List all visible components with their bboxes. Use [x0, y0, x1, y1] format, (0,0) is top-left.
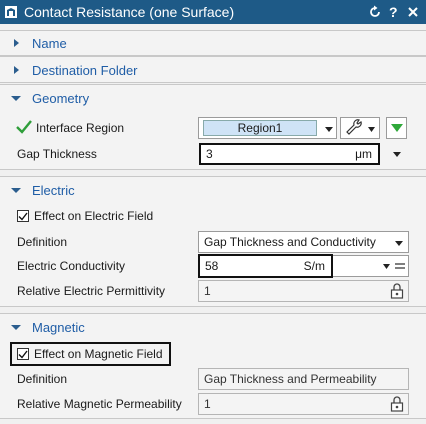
name-section-header[interactable]: Name — [0, 31, 426, 55]
magnetic-effect-checkbox[interactable] — [17, 348, 29, 360]
electric-definition-select[interactable]: Gap Thickness and Conductivity — [198, 231, 409, 253]
wrench-icon — [345, 118, 363, 139]
magnetic-permeability-input[interactable]: 1 — [198, 393, 409, 415]
magnetic-panel: Magnetic Effect on Magnetic Field Defini… — [0, 313, 426, 419]
gap-thickness-input[interactable]: 3 μm — [199, 143, 380, 165]
reset-icon[interactable] — [365, 0, 384, 24]
magnetic-permeability-row: Relative Magnetic Permeability 1 — [0, 392, 426, 416]
electric-effect-checkbox[interactable] — [17, 210, 29, 222]
magnetic-definition-select[interactable]: Gap Thickness and Permeability — [198, 368, 409, 390]
section-label-magnetic: Magnetic — [32, 319, 85, 335]
magnetic-effect-checkbox-row[interactable]: Effect on Magnetic Field — [10, 342, 171, 366]
magnetic-definition-value: Gap Thickness and Permeability — [204, 372, 377, 386]
expand-arrow-icon — [0, 39, 32, 47]
equals-icon[interactable] — [393, 255, 407, 277]
geometry-section-header[interactable]: Geometry — [0, 86, 426, 110]
green-arrow-down-icon — [390, 121, 403, 135]
section-label-geometry: Geometry — [32, 90, 90, 106]
lock-icon[interactable] — [390, 283, 404, 302]
gap-thickness-value: 3 — [206, 147, 213, 161]
name-panel: Name — [0, 30, 426, 56]
electric-section-header[interactable]: Electric — [0, 178, 426, 202]
interface-region-row: Interface Region Region1 — [0, 116, 426, 140]
magnetic-permeability-value: 1 — [204, 397, 211, 411]
electric-permittivity-label: Relative Electric Permittivity — [17, 284, 166, 298]
magnetic-section-header[interactable]: Magnetic — [0, 315, 426, 339]
interface-region-select[interactable]: Region1 — [198, 117, 337, 139]
title-bar: Contact Resistance (one Surface) ? — [0, 0, 426, 24]
gap-thickness-unit: μm — [355, 147, 372, 161]
electric-effect-checkbox-row[interactable]: Effect on Electric Field — [17, 209, 153, 223]
collapse-arrow-icon — [0, 186, 32, 194]
section-label-destination: Destination Folder — [32, 62, 138, 78]
dialog-app-icon — [0, 0, 22, 24]
magnetic-permeability-label: Relative Magnetic Permeability — [17, 397, 182, 411]
electric-panel: Electric Effect on Electric Field Defini… — [0, 176, 426, 307]
expand-region-button[interactable] — [386, 117, 407, 139]
svg-text:?: ? — [389, 5, 398, 19]
chevron-down-icon[interactable] — [368, 121, 375, 135]
electric-permittivity-row: Relative Electric Permittivity 1 — [0, 279, 426, 303]
gap-thickness-dropdown[interactable] — [390, 143, 404, 165]
region-tools-button[interactable] — [340, 117, 380, 139]
gap-thickness-row: Gap Thickness 3 μm — [0, 142, 426, 166]
section-label-electric: Electric — [32, 182, 75, 198]
magnetic-effect-label: Effect on Magnetic Field — [34, 347, 163, 361]
electric-conductivity-input[interactable]: 58 S/m — [198, 254, 333, 278]
magnetic-definition-label: Definition — [17, 372, 68, 386]
electric-conductivity-row: Electric Conductivity 58 S/m — [0, 254, 426, 278]
interface-region-label: Interface Region — [36, 121, 125, 135]
destination-panel: Destination Folder — [0, 56, 426, 83]
electric-effect-label: Effect on Electric Field — [34, 209, 154, 223]
collapse-arrow-icon — [0, 94, 32, 102]
geometry-panel: Geometry Interface Region Region1 Gap Th… — [0, 84, 426, 170]
interface-region-value: Region1 — [237, 121, 283, 135]
help-icon[interactable]: ? — [384, 0, 403, 24]
destination-section-header[interactable]: Destination Folder — [0, 58, 426, 82]
expand-arrow-icon — [0, 66, 32, 74]
window-title: Contact Resistance (one Surface) — [24, 4, 235, 20]
lock-icon[interactable] — [390, 396, 404, 415]
electric-definition-value: Gap Thickness and Conductivity — [204, 235, 376, 249]
chevron-down-icon[interactable] — [395, 235, 403, 249]
electric-conductivity-label: Electric Conductivity — [17, 259, 126, 273]
electric-definition-row: Definition Gap Thickness and Conductivit… — [0, 230, 426, 254]
chevron-down-icon[interactable] — [325, 121, 333, 135]
electric-conductivity-unit: S/m — [303, 259, 325, 273]
section-label-name: Name — [32, 35, 67, 51]
electric-conductivity-dropdown[interactable] — [379, 255, 393, 277]
interface-region-selection: Region1 — [203, 120, 317, 136]
collapse-arrow-icon — [0, 323, 32, 331]
electric-permittivity-input[interactable]: 1 — [198, 280, 409, 302]
electric-conductivity-value: 58 — [205, 259, 219, 273]
electric-permittivity-value: 1 — [204, 284, 211, 298]
electric-definition-label: Definition — [17, 235, 68, 249]
magnetic-definition-row: Definition Gap Thickness and Permeabilit… — [0, 367, 426, 391]
valid-check-icon — [16, 119, 32, 137]
gap-thickness-label: Gap Thickness — [17, 147, 97, 161]
close-icon[interactable] — [403, 0, 422, 24]
